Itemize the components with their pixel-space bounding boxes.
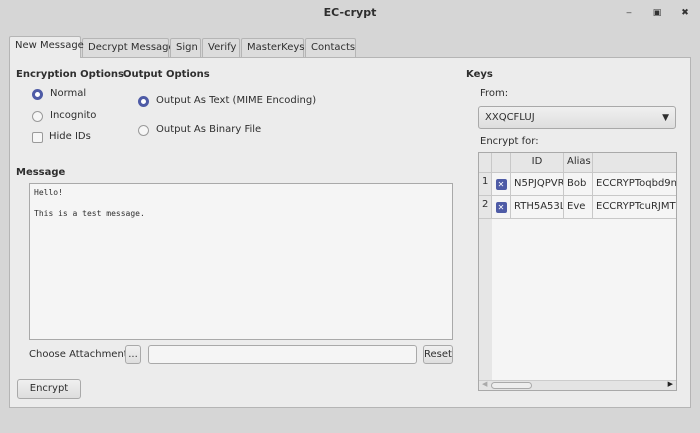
- output-text-label: Output As Text (MIME Encoding): [156, 95, 317, 106]
- keys-heading: Keys: [466, 69, 493, 80]
- scrollbar-thumb[interactable]: [491, 382, 532, 389]
- chevron-down-icon: ▼: [662, 113, 669, 123]
- encryption-options-heading: Encryption Options: [16, 69, 124, 80]
- row-checkbox[interactable]: ✕: [492, 196, 511, 219]
- row-id: N5PJQPVR: [511, 173, 564, 196]
- row-alias: Bob: [564, 173, 593, 196]
- key-header[interactable]: [593, 153, 676, 173]
- hide-ids-label: Hide IDs: [49, 131, 91, 142]
- attachment-input[interactable]: [148, 345, 417, 364]
- checkbox-header: [492, 153, 511, 173]
- from-combobox[interactable]: XXQCFLUJ ▼: [478, 106, 676, 129]
- message-heading: Message: [16, 167, 66, 178]
- from-label: From:: [480, 88, 509, 99]
- incognito-label: Incognito: [50, 110, 97, 121]
- hide-ids-checkbox[interactable]: [32, 132, 43, 143]
- row-key: ECCRYPTcuRJMTzp: [593, 196, 676, 219]
- output-text-radio[interactable]: [138, 96, 149, 107]
- tab-contacts[interactable]: Contacts: [305, 38, 356, 58]
- attachment-label: Choose Attachment:: [29, 349, 132, 360]
- scroll-right-icon[interactable]: ▶: [668, 380, 673, 388]
- tab-decrypt-message[interactable]: Decrypt Message: [82, 38, 175, 58]
- alias-header[interactable]: Alias: [564, 153, 593, 173]
- row-number: 1: [479, 173, 492, 196]
- row-number: 2: [479, 196, 492, 219]
- tab-masterkeys[interactable]: MasterKeys: [241, 38, 305, 58]
- message-textarea[interactable]: Hello! This is a test message.: [29, 183, 453, 340]
- reset-button[interactable]: Reset: [423, 345, 453, 364]
- tab-sign[interactable]: Sign: [170, 38, 201, 58]
- tab-verify[interactable]: Verify: [202, 38, 240, 58]
- row-id: RTH5A53L: [511, 196, 564, 219]
- window-title: EC-crypt: [323, 6, 377, 19]
- horizontal-scrollbar[interactable]: ◀ ▶: [479, 380, 676, 390]
- output-options-heading: Output Options: [123, 69, 210, 80]
- minimize-icon[interactable]: ‒: [624, 8, 634, 18]
- incognito-radio[interactable]: [32, 111, 43, 122]
- normal-radio[interactable]: [32, 89, 43, 100]
- checked-icon: ✕: [495, 179, 507, 190]
- encrypt-button[interactable]: Encrypt: [17, 379, 81, 399]
- row-header-filler: [479, 219, 492, 380]
- scroll-left-icon[interactable]: ◀: [482, 380, 487, 388]
- checked-icon: ✕: [495, 202, 507, 213]
- normal-label: Normal: [50, 88, 87, 99]
- tab-new-message[interactable]: New Message: [9, 36, 84, 58]
- row-checkbox[interactable]: ✕: [492, 173, 511, 196]
- recipients-table: ID Alias 1 ✕ N5PJQPVR Bob ECCRYPToqbd9nU…: [478, 152, 677, 391]
- output-binary-radio[interactable]: [138, 125, 149, 136]
- corner-header: [479, 153, 492, 173]
- from-value: XXQCFLUJ: [485, 112, 535, 123]
- id-header[interactable]: ID: [511, 153, 564, 173]
- row-key: ECCRYPToqbd9nU: [593, 173, 676, 196]
- encrypt-for-label: Encrypt for:: [480, 136, 539, 147]
- close-icon[interactable]: ✖: [680, 8, 690, 18]
- output-binary-label: Output As Binary File: [156, 124, 262, 135]
- row-alias: Eve: [564, 196, 593, 219]
- browse-attachment-button[interactable]: ...: [125, 345, 141, 364]
- maximize-icon[interactable]: ▣: [652, 8, 662, 18]
